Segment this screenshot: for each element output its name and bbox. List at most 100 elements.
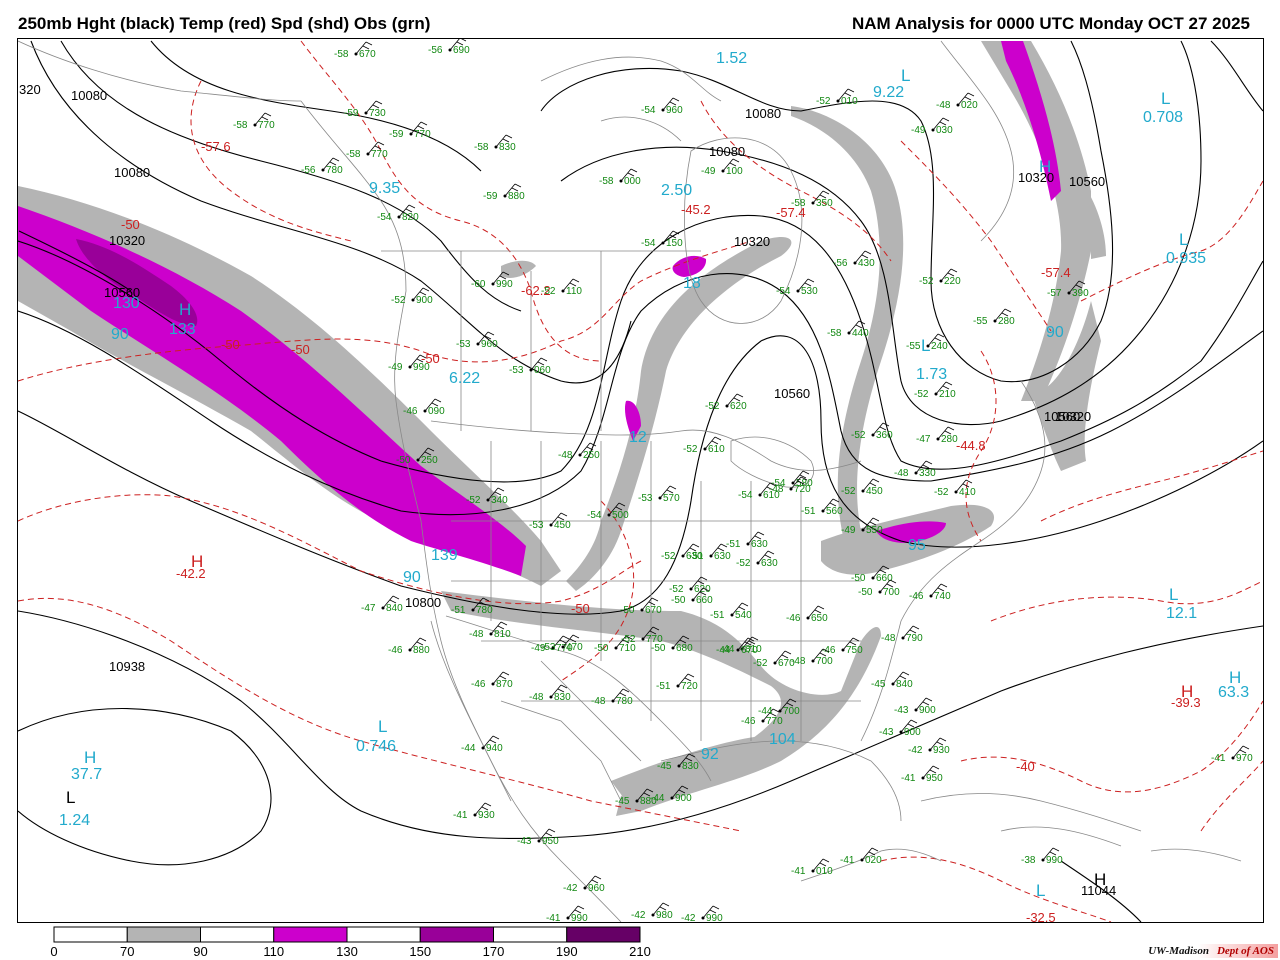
obs-temperature: -48 [936, 100, 951, 111]
speed-value-label: 90 [111, 326, 129, 343]
height-value-label: 10560 [774, 386, 810, 401]
obs-height: 670 [778, 658, 795, 669]
legend-tick-label: 90 [193, 944, 208, 959]
speed-value-label: 1.73 [916, 366, 947, 383]
pressure-center-low: L [1169, 585, 1178, 604]
obs-temperature: -43 [879, 727, 894, 738]
station-observation: -48 780 [591, 688, 633, 707]
obs-temperature: -52 [705, 401, 720, 412]
obs-temperature: -57 [1047, 288, 1062, 299]
height-label-layer: 1008010080100801008010320 103201032010320… [19, 82, 1116, 898]
obs-temperature: -58 [599, 176, 614, 187]
obs-height: 950 [926, 773, 943, 784]
station-observation: -46 650 [786, 605, 828, 624]
obs-temperature: -52 [753, 658, 768, 669]
station-observation: -47 840 [361, 595, 403, 614]
weather-map: 1008010080100801008010320 103201032010320… [18, 39, 1263, 922]
obs-temperature: -55 [973, 316, 988, 327]
height-value-label: 10938 [109, 659, 145, 674]
legend-tick-label: 110 [263, 944, 285, 959]
obs-height: 430 [858, 258, 875, 269]
obs-height: 690 [453, 45, 470, 56]
speed-value-label: 6.22 [449, 370, 480, 387]
legend-color-cell [126, 926, 201, 943]
station-observation: -51 630 [689, 543, 731, 562]
obs-height: 360 [876, 430, 893, 441]
obs-height: 630 [751, 539, 768, 550]
station-observation: -41 970 [1211, 745, 1253, 764]
obs-temperature: -47 [916, 434, 931, 445]
obs-temperature: -51 [656, 681, 671, 692]
obs-temperature: -41 [546, 913, 561, 922]
obs-temperature: -58 [827, 328, 842, 339]
height-value-label: 10080 [745, 106, 781, 121]
obs-temperature: -48 [469, 629, 484, 640]
obs-height: 770 [414, 129, 431, 140]
obs-temperature: -52 [816, 96, 831, 107]
obs-height: 870 [496, 679, 513, 690]
legend-tick-label: 210 [629, 944, 651, 959]
station-observation: -54 530 [776, 278, 818, 297]
obs-height: 000 [624, 176, 641, 187]
obs-height: 670 [645, 605, 662, 616]
obs-height: 770 [371, 149, 388, 160]
temp-contour [960, 700, 1263, 793]
obs-temperature: -53 [509, 365, 524, 376]
legend-tick-label: 170 [482, 944, 505, 959]
station-observation: -46 090 [403, 398, 445, 417]
obs-height: 900 [919, 705, 936, 716]
station-observation: -58 830 [474, 134, 516, 153]
speed-value-label: 92 [701, 746, 719, 763]
speed-value-label: 0.708 [1143, 109, 1183, 126]
obs-temperature: -58 [791, 198, 806, 209]
obs-height: 700 [783, 706, 800, 717]
temp-value-label: -50 [571, 601, 590, 616]
obs-height: 780 [326, 165, 343, 176]
obs-height: 780 [616, 696, 633, 707]
obs-temperature: -52 [919, 276, 934, 287]
obs-height: 900 [675, 793, 692, 804]
station-observation: -52 630 [736, 550, 778, 569]
station-observation: -51 540 [710, 602, 752, 621]
station-observation: -47 280 [916, 426, 958, 445]
obs-temperature: -54 [641, 238, 656, 249]
obs-temperature: -45 [615, 796, 630, 807]
legend-tick-label: 150 [409, 944, 432, 959]
obs-temperature: -48 [529, 692, 544, 703]
cuba-coast [920, 793, 1142, 832]
legend-color-cell [273, 926, 348, 943]
station-observation: -46 870 [471, 671, 513, 690]
height-value-label: 10560 [1069, 174, 1105, 189]
obs-temperature: -51 [689, 551, 704, 562]
pressure-center-low: L [1179, 230, 1188, 249]
obs-temperature: -50 [396, 455, 411, 466]
obs-temperature: -42 [908, 745, 923, 756]
height-value-label: 10080 [71, 88, 107, 103]
obs-temperature: -53 [456, 339, 471, 350]
obs-height: 820 [402, 212, 419, 223]
obs-height: 100 [726, 166, 743, 177]
station-observation: -59 730 [344, 100, 386, 119]
obs-temperature: -59 [344, 108, 359, 119]
station-observation: -38 990 [1021, 847, 1063, 866]
station-observation: -51 630 [726, 531, 768, 550]
caribbean-islands [1000, 826, 1242, 862]
station-observation: -45 840 [871, 671, 913, 690]
station-observation: -41 020 [840, 847, 882, 866]
obs-temperature: -44 [716, 645, 731, 656]
speed-value-label: 90 [403, 569, 421, 586]
obs-temperature: -48 [881, 633, 896, 644]
obs-height: 950 [542, 836, 559, 847]
obs-temperature: -59 [389, 129, 404, 140]
obs-temperature: -52 [621, 634, 636, 645]
height-contour [1210, 40, 1263, 112]
obs-height: 990 [413, 362, 430, 373]
obs-temperature: -45 [871, 679, 886, 690]
obs-temperature: -48 [894, 468, 909, 479]
obs-height: 010 [816, 866, 833, 877]
speed-value-label: 133 [169, 321, 196, 338]
obs-height: 150 [666, 238, 683, 249]
obs-height: 960 [588, 883, 605, 894]
obs-height: 030 [936, 125, 953, 136]
speed-value-label: 0.935 [1166, 250, 1206, 267]
